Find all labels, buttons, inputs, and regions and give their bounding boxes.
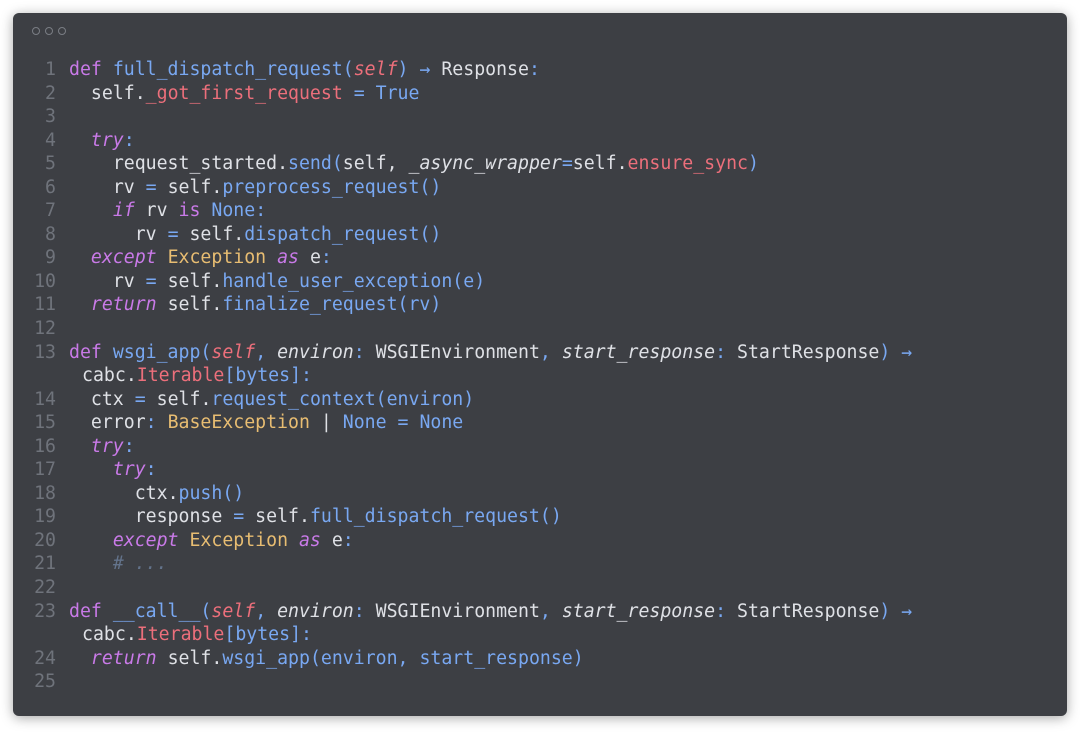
code-text: try: xyxy=(112,459,157,481)
code-text: self._got_first_request = True xyxy=(90,82,420,104)
code-line-wrap: cabc.Iterable[bytes]: xyxy=(13,364,1067,388)
code-text: def __call__(self, environ: WSGIEnvironm… xyxy=(69,600,913,622)
code-text: return self.finalize_request(rv) xyxy=(90,294,442,316)
code-line: 13 def wsgi_app(self, environ: WSGIEnvir… xyxy=(13,341,1067,365)
code-line: 3 xyxy=(13,105,1067,129)
line-number: 13 xyxy=(34,341,56,363)
code-line: 12 xyxy=(13,317,1067,341)
code-line: 16 try: xyxy=(13,435,1067,459)
line-number: 1 xyxy=(45,59,56,80)
window-controls xyxy=(32,27,66,39)
code-text: ctx.push() xyxy=(134,482,245,504)
line-number: 23 xyxy=(34,600,56,622)
line-number: 24 xyxy=(34,647,56,669)
code-line: 8 rv = self.dispatch_request() xyxy=(13,223,1067,247)
code-text: rv = self.handle_user_exception(e) xyxy=(112,270,486,292)
code-text: if rv is None: xyxy=(112,200,267,222)
code-line: 14 ctx = self.request_context(environ) xyxy=(13,388,1067,412)
code-text: def full_dispatch_request(self) → Respon… xyxy=(69,59,540,80)
code-line: 5 request_started.send(self, _async_wrap… xyxy=(13,152,1067,176)
code-text: error: BaseException | None = None xyxy=(90,412,464,434)
code-line: 1 def full_dispatch_request(self) → Resp… xyxy=(13,58,1067,82)
code-line: 6 rv = self.preprocess_request() xyxy=(13,176,1067,200)
code-line: 15 error: BaseException | None = None xyxy=(13,411,1067,435)
code-line: 22 xyxy=(13,576,1067,600)
code-line: 17 try: xyxy=(13,458,1067,482)
code-text: except Exception as e: xyxy=(112,529,354,551)
code-line: 24 return self.wsgi_app(environ, start_r… xyxy=(13,647,1067,671)
code-text: return self.wsgi_app(environ, start_resp… xyxy=(90,647,584,669)
code-line: 10 rv = self.handle_user_exception(e) xyxy=(13,270,1067,294)
close-dot-icon[interactable] xyxy=(32,27,40,35)
code-text: cabc.Iterable[bytes]: xyxy=(82,365,312,387)
code-text: cabc.Iterable[bytes]: xyxy=(82,624,312,646)
code-line: 23 def __call__(self, environ: WSGIEnvir… xyxy=(13,600,1067,624)
code-block: 1 def full_dispatch_request(self) → Resp… xyxy=(13,58,1067,694)
code-text: except Exception as e: xyxy=(90,247,332,269)
code-line: 7 if rv is None: xyxy=(13,199,1067,223)
code-text: rv = self.dispatch_request() xyxy=(134,223,442,245)
line-number: 10 xyxy=(34,270,56,292)
code-comment: # ... xyxy=(112,553,168,575)
code-line: 11 return self.finalize_request(rv) xyxy=(13,293,1067,317)
code-text: rv = self.preprocess_request() xyxy=(112,176,442,198)
line-number: 22 xyxy=(34,577,56,599)
code-line: 2 self._got_first_request = True xyxy=(13,82,1067,106)
line-number: 4 xyxy=(45,129,56,151)
code-text: try: xyxy=(90,435,135,457)
code-text: def wsgi_app(self, environ: WSGIEnvironm… xyxy=(69,341,913,363)
zoom-dot-icon[interactable] xyxy=(58,27,66,35)
line-number: 12 xyxy=(34,318,56,340)
line-number: 25 xyxy=(34,671,56,693)
code-line-wrap: cabc.Iterable[bytes]: xyxy=(13,623,1067,647)
code-text: request_started.send(self, _async_wrappe… xyxy=(112,153,759,175)
code-window: 1 def full_dispatch_request(self) → Resp… xyxy=(13,13,1067,716)
line-number: 8 xyxy=(45,223,56,245)
line-number: 18 xyxy=(34,482,56,504)
code-line: 20 except Exception as e: xyxy=(13,529,1067,553)
line-number: 19 xyxy=(34,506,56,528)
line-number: 21 xyxy=(34,553,56,575)
code-line: 25 xyxy=(13,670,1067,694)
line-number: 9 xyxy=(45,247,56,269)
line-number: 11 xyxy=(34,294,56,316)
code-text: try: xyxy=(90,129,135,151)
code-text: # ... xyxy=(69,552,168,576)
line-number: 20 xyxy=(34,529,56,551)
code-line: 19 response = self.full_dispatch_request… xyxy=(13,505,1067,529)
line-number: 16 xyxy=(34,435,56,457)
code-line: 18 ctx.push() xyxy=(13,482,1067,506)
code-text: ctx = self.request_context(environ) xyxy=(90,388,475,410)
minimize-dot-icon[interactable] xyxy=(45,27,53,35)
line-number: 17 xyxy=(34,459,56,481)
code-line: 9 except Exception as e: xyxy=(13,246,1067,270)
line-number: 6 xyxy=(45,176,56,198)
line-number: 3 xyxy=(45,106,56,128)
line-number: 2 xyxy=(45,82,56,104)
line-number: 15 xyxy=(34,412,56,434)
code-line: 4 try: xyxy=(13,129,1067,153)
line-number: 14 xyxy=(34,388,56,410)
line-number: 7 xyxy=(45,200,56,222)
code-line: 21 # ... xyxy=(13,552,1067,576)
line-number: 5 xyxy=(45,153,56,175)
code-text: response = self.full_dispatch_request() xyxy=(134,506,562,528)
